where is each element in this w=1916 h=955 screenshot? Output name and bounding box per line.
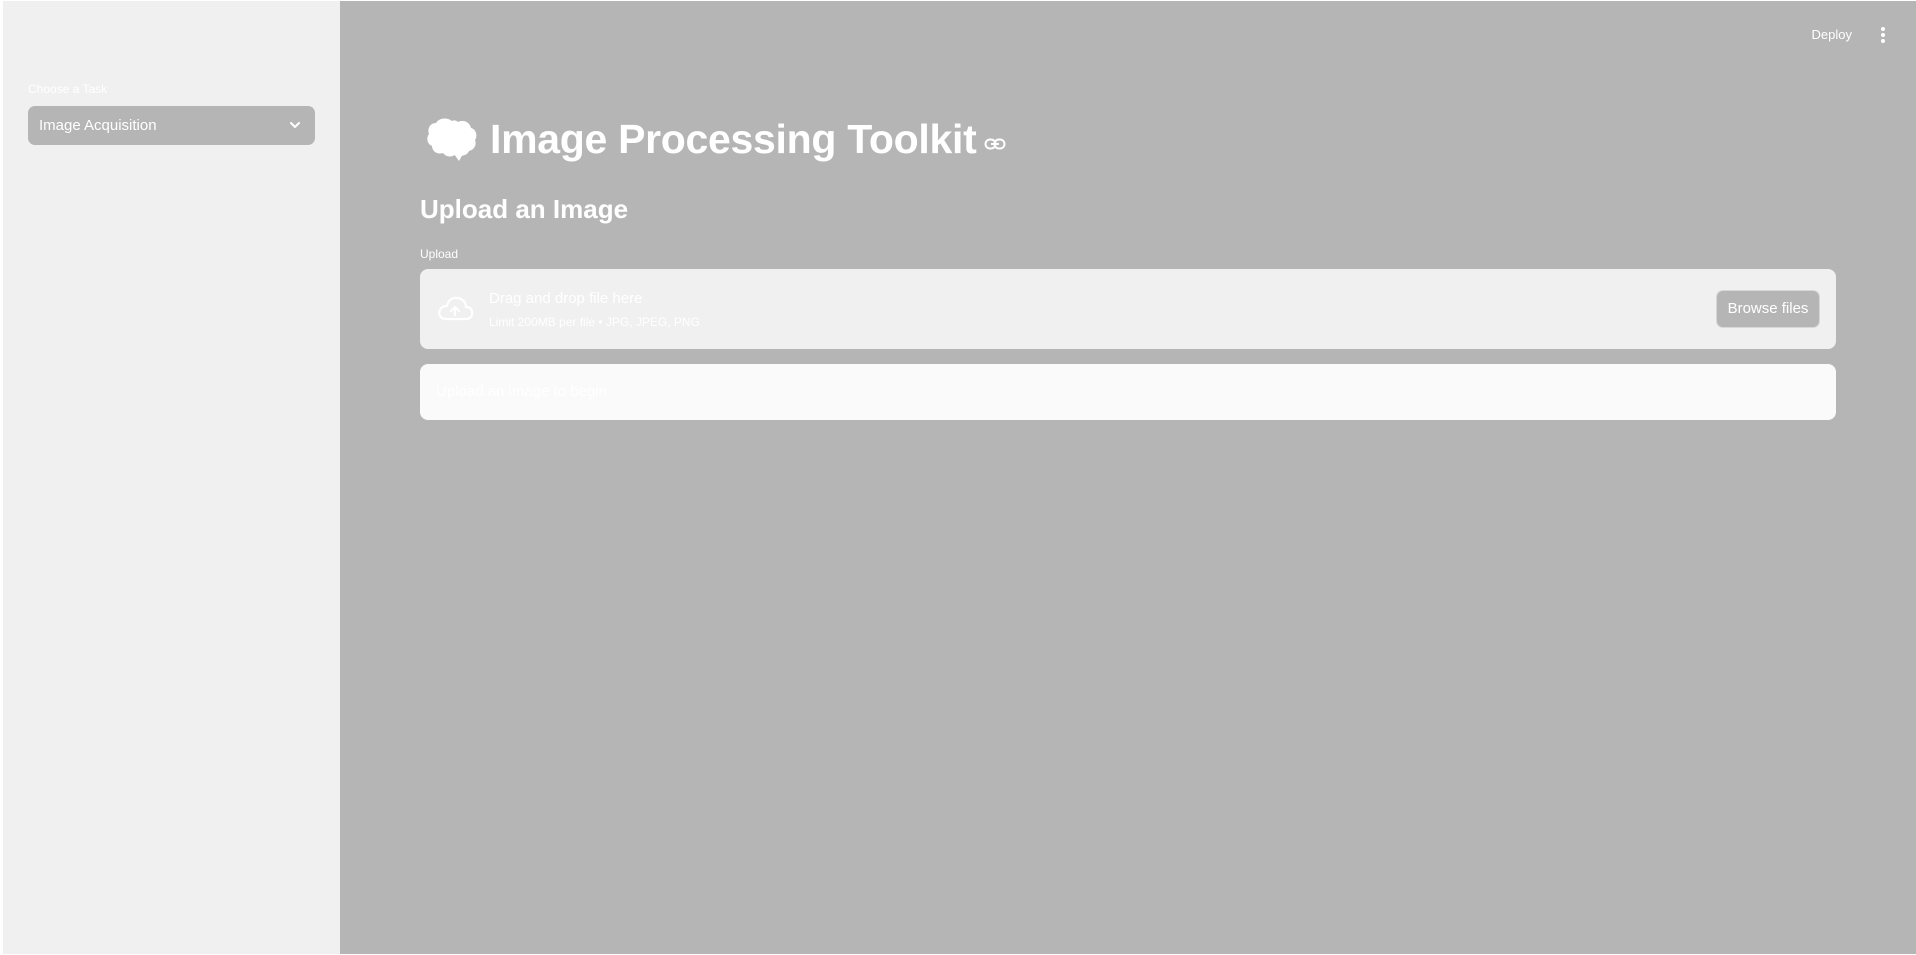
link-icon[interactable]	[984, 137, 1006, 151]
dropzone-limit-text: Limit 200MB per file • JPG, JPEG, PNG	[489, 315, 700, 329]
main-content: Deploy Image Processing Toolkit Upload a…	[340, 1, 1916, 954]
page-title: Image Processing Toolkit	[490, 115, 977, 162]
task-select[interactable]: Image Acquisition	[28, 106, 315, 145]
chevron-down-icon	[290, 122, 300, 128]
file-dropzone[interactable]: Drag and drop file here Limit 200MB per …	[420, 269, 1836, 349]
cloud-upload-icon	[438, 296, 474, 321]
task-select-value: Image Acquisition	[39, 117, 157, 134]
browse-files-button[interactable]: Browse files	[1716, 290, 1820, 328]
task-select-label: Choose a Task	[28, 82, 108, 96]
page-title-row: Image Processing Toolkit	[426, 113, 1006, 165]
brain-icon	[427, 118, 477, 161]
uploader-label: Upload	[420, 247, 459, 261]
sidebar: Choose a Task Image Acquisition	[3, 1, 340, 954]
kebab-menu-icon[interactable]	[1880, 26, 1886, 44]
deploy-button[interactable]: Deploy	[1812, 27, 1852, 42]
dropzone-instructions: Drag and drop file here	[489, 290, 643, 307]
app-root: Choose a Task Image Acquisition Deploy I…	[3, 1, 1916, 954]
section-subheader: Upload an Image	[420, 194, 629, 224]
info-alert: Upload an image to begin.	[420, 364, 1836, 420]
info-alert-text: Upload an image to begin.	[436, 383, 612, 400]
